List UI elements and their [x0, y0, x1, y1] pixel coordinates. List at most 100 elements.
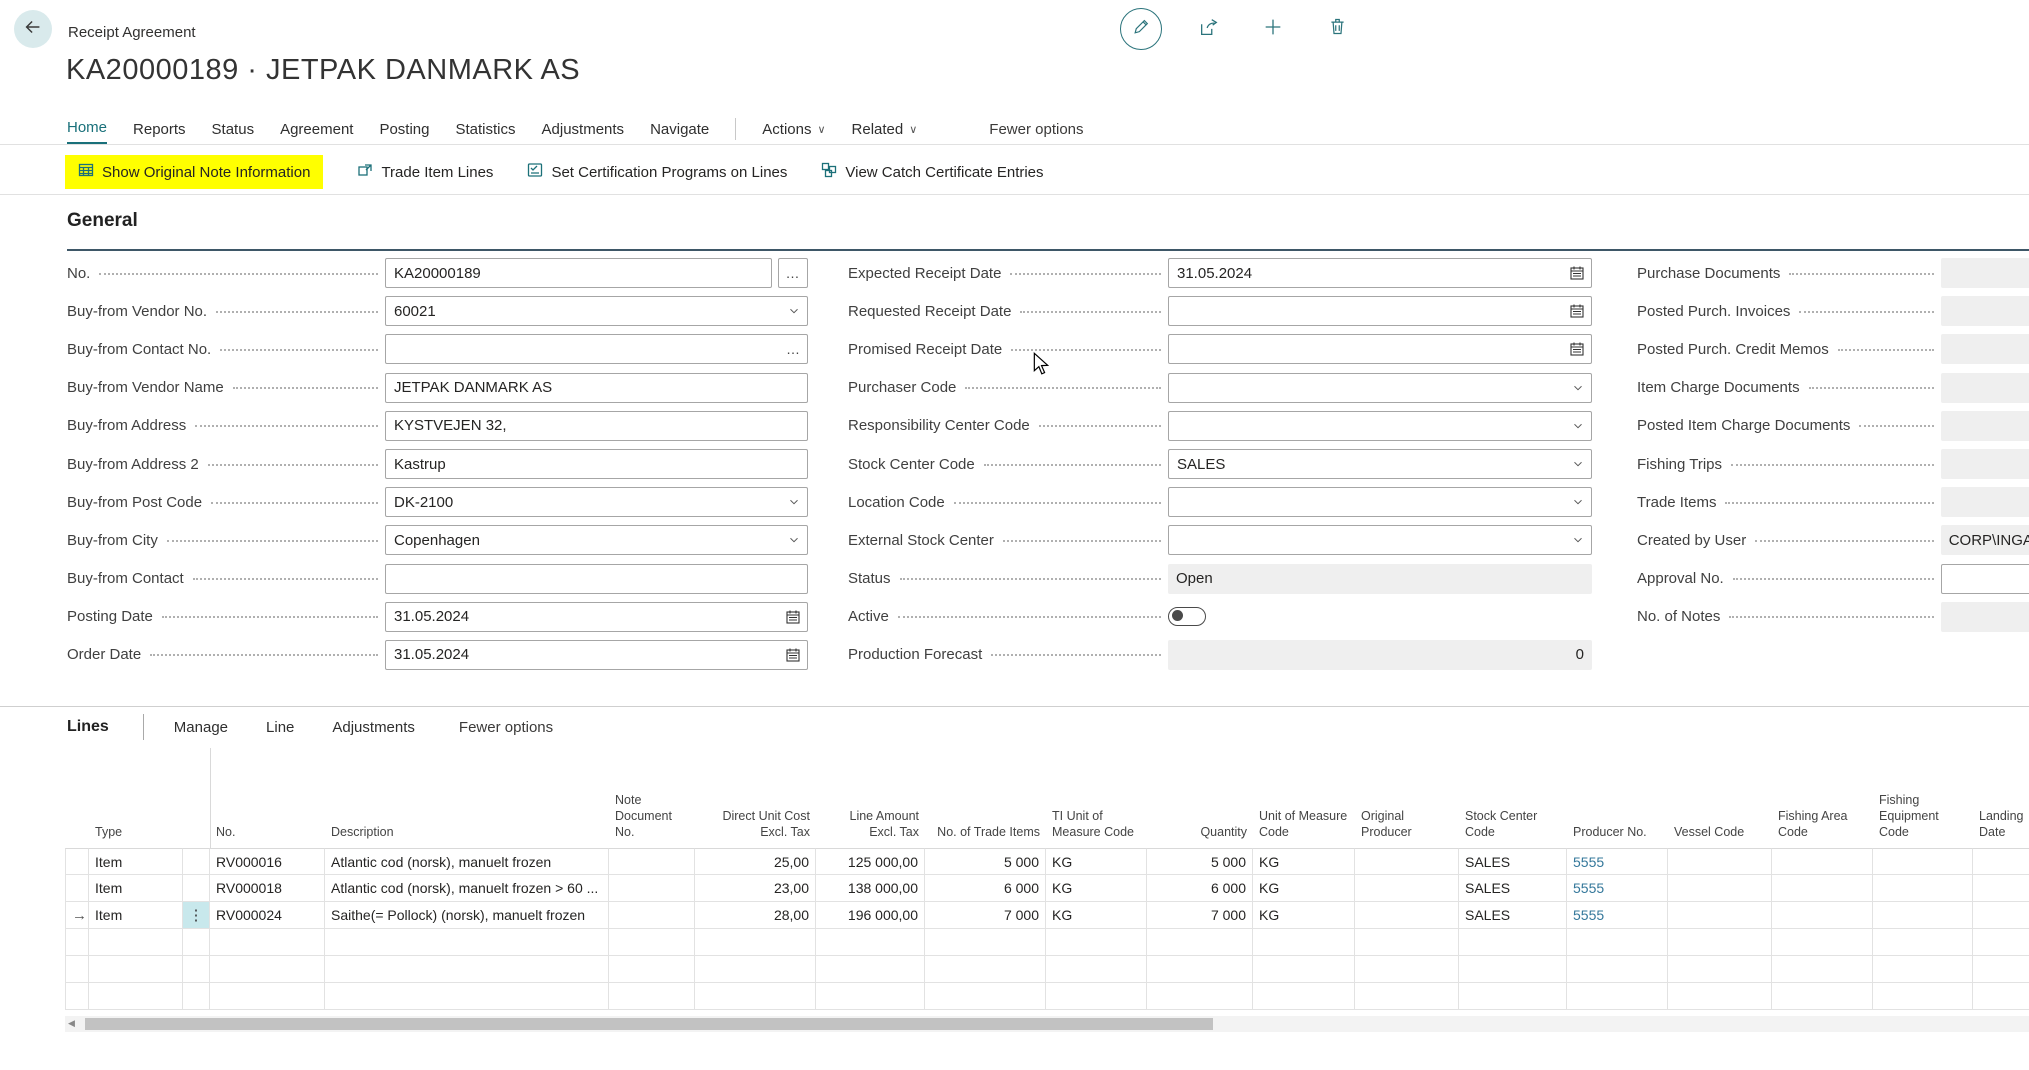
cell-no[interactable]: RV000024: [210, 902, 325, 929]
delete-button[interactable]: [1320, 12, 1354, 46]
breadcrumb[interactable]: Receipt Agreement: [68, 24, 196, 41]
menu-actions[interactable]: Actions ∨: [762, 121, 825, 138]
col-header-fishing-equipment-code[interactable]: Fishing Equipment Code: [1873, 792, 1973, 848]
cell-direct-unit-cost[interactable]: 25,00: [695, 848, 816, 875]
col-header-no[interactable]: No.: [210, 824, 325, 848]
tab-statistics[interactable]: Statistics: [456, 113, 516, 145]
cell-description[interactable]: Atlantic cod (norsk), manuelt frozen: [325, 848, 609, 875]
active-toggle[interactable]: [1168, 607, 1206, 626]
col-header-note-document-no[interactable]: Note Document No.: [609, 792, 695, 848]
calendar-icon[interactable]: [1569, 265, 1585, 281]
cell-ti-uom[interactable]: KG: [1046, 848, 1147, 875]
posting-date-field[interactable]: 31.05.2024: [385, 602, 808, 632]
tab-adjustments[interactable]: Adjustments: [542, 113, 625, 145]
calendar-icon[interactable]: [1569, 341, 1585, 357]
col-header-ti-unit-of-measure[interactable]: TI Unit of Measure Code: [1046, 808, 1147, 848]
cell-line-amount[interactable]: 125 000,00: [816, 848, 925, 875]
view-catch-certificate-entries-button[interactable]: View Catch Certificate Entries: [821, 155, 1043, 189]
cell-note-document-no[interactable]: [609, 848, 695, 875]
cell-no[interactable]: RV000018: [210, 875, 325, 902]
tab-reports[interactable]: Reports: [133, 113, 186, 145]
chevron-down-icon[interactable]: [1571, 533, 1585, 547]
chevron-down-icon[interactable]: [1571, 419, 1585, 433]
chevron-down-icon[interactable]: [787, 304, 801, 318]
cell-quantity[interactable]: 7 000: [1147, 902, 1253, 929]
no-lookup-button[interactable]: …: [778, 258, 808, 288]
cell-direct-unit-cost[interactable]: 23,00: [695, 875, 816, 902]
purchaser-code-field[interactable]: [1168, 373, 1592, 403]
share-button[interactable]: [1192, 12, 1226, 46]
fewer-options-button[interactable]: Fewer options: [989, 121, 1083, 138]
cell-no-of-trade-items[interactable]: 5 000: [925, 848, 1046, 875]
chevron-down-icon[interactable]: [1571, 381, 1585, 395]
cell-selector[interactable]: [65, 848, 89, 875]
calendar-icon[interactable]: [785, 647, 801, 663]
responsibility-center-code-field[interactable]: [1168, 411, 1592, 441]
cell-fishing-equipment[interactable]: [1873, 902, 1973, 929]
lines-menu-manage[interactable]: Manage: [174, 719, 228, 736]
cell-stock-center[interactable]: SALES: [1459, 848, 1567, 875]
tab-posting[interactable]: Posting: [379, 113, 429, 145]
chevron-down-icon[interactable]: [787, 533, 801, 547]
posted-purch-credit-memos-field[interactable]: [1941, 334, 2029, 364]
location-code-field[interactable]: [1168, 487, 1592, 517]
cell-type[interactable]: Item: [89, 902, 183, 929]
cell-selector[interactable]: [65, 875, 89, 902]
cell-stock-center[interactable]: SALES: [1459, 902, 1567, 929]
cell-uom[interactable]: KG: [1253, 902, 1355, 929]
buy-from-contact-no-field[interactable]: …: [385, 334, 808, 364]
cell-vessel-code[interactable]: [1668, 848, 1772, 875]
ellipsis-icon[interactable]: …: [786, 344, 801, 354]
col-header-vessel-code[interactable]: Vessel Code: [1668, 824, 1772, 848]
cell-quantity[interactable]: 5 000: [1147, 848, 1253, 875]
show-original-note-information-button[interactable]: Show Original Note Information: [65, 155, 323, 189]
cell-description[interactable]: Saithe(= Pollock) (norsk), manuelt froze…: [325, 902, 609, 929]
scrollbar-thumb[interactable]: [85, 1018, 1213, 1030]
horizontal-scrollbar[interactable]: ◀: [65, 1016, 2029, 1032]
expected-receipt-date-field[interactable]: 31.05.2024: [1168, 258, 1592, 288]
cell-no-of-trade-items[interactable]: 6 000: [925, 875, 1046, 902]
col-header-quantity[interactable]: Quantity: [1147, 824, 1253, 848]
trade-item-lines-button[interactable]: Trade Item Lines: [357, 155, 493, 189]
cell-vessel-code[interactable]: [1668, 875, 1772, 902]
back-button[interactable]: [14, 10, 52, 48]
cell-stock-center[interactable]: SALES: [1459, 875, 1567, 902]
set-certification-programs-button[interactable]: Set Certification Programs on Lines: [527, 155, 787, 189]
buy-from-city-field[interactable]: Copenhagen: [385, 525, 808, 555]
cell-fishing-area[interactable]: [1772, 875, 1873, 902]
col-header-line-amount[interactable]: Line Amount Excl. Tax: [816, 808, 925, 848]
promised-receipt-date-field[interactable]: [1168, 334, 1592, 364]
buy-from-address-2-field[interactable]: Kastrup: [385, 449, 808, 479]
cell-fishing-area[interactable]: [1772, 848, 1873, 875]
col-header-no-of-trade-items[interactable]: No. of Trade Items: [925, 824, 1046, 848]
cell-type[interactable]: Item: [89, 848, 183, 875]
fishing-trips-field[interactable]: [1941, 449, 2029, 479]
cell-landing-date[interactable]: [1973, 875, 2029, 902]
cell-ti-uom[interactable]: KG: [1046, 902, 1147, 929]
no-field[interactable]: KA20000189: [385, 258, 772, 288]
cell-quantity[interactable]: 6 000: [1147, 875, 1253, 902]
tab-agreement[interactable]: Agreement: [280, 113, 353, 145]
lines-menu-adjustments[interactable]: Adjustments: [332, 719, 415, 736]
buy-from-contact-field[interactable]: [385, 564, 808, 594]
cell-note-document-no[interactable]: [609, 902, 695, 929]
buy-from-address-field[interactable]: KYSTVEJEN 32,: [385, 411, 808, 441]
calendar-icon[interactable]: [1569, 303, 1585, 319]
buy-from-post-code-field[interactable]: DK-2100: [385, 487, 808, 517]
lines-menu-line[interactable]: Line: [266, 719, 294, 736]
cell-original-producer[interactable]: [1355, 848, 1459, 875]
col-header-stock-center-code[interactable]: Stock Center Code: [1459, 808, 1567, 848]
col-header-fishing-area-code[interactable]: Fishing Area Code: [1772, 808, 1873, 848]
requested-receipt-date-field[interactable]: [1168, 296, 1592, 326]
chevron-down-icon[interactable]: [1571, 457, 1585, 471]
tab-navigate[interactable]: Navigate: [650, 113, 709, 145]
col-header-unit-of-measure[interactable]: Unit of Measure Code: [1253, 808, 1355, 848]
buy-from-vendor-no-field[interactable]: 60021: [385, 296, 808, 326]
cell-producer-no-link[interactable]: 5555: [1567, 902, 1668, 929]
menu-related[interactable]: Related ∨: [852, 121, 918, 138]
purchase-documents-field[interactable]: [1941, 258, 2029, 288]
tab-home[interactable]: Home: [67, 113, 107, 145]
external-stock-center-field[interactable]: [1168, 525, 1592, 555]
col-header-direct-unit-cost[interactable]: Direct Unit Cost Excl. Tax: [695, 808, 816, 848]
cell-landing-date[interactable]: [1973, 848, 2029, 875]
